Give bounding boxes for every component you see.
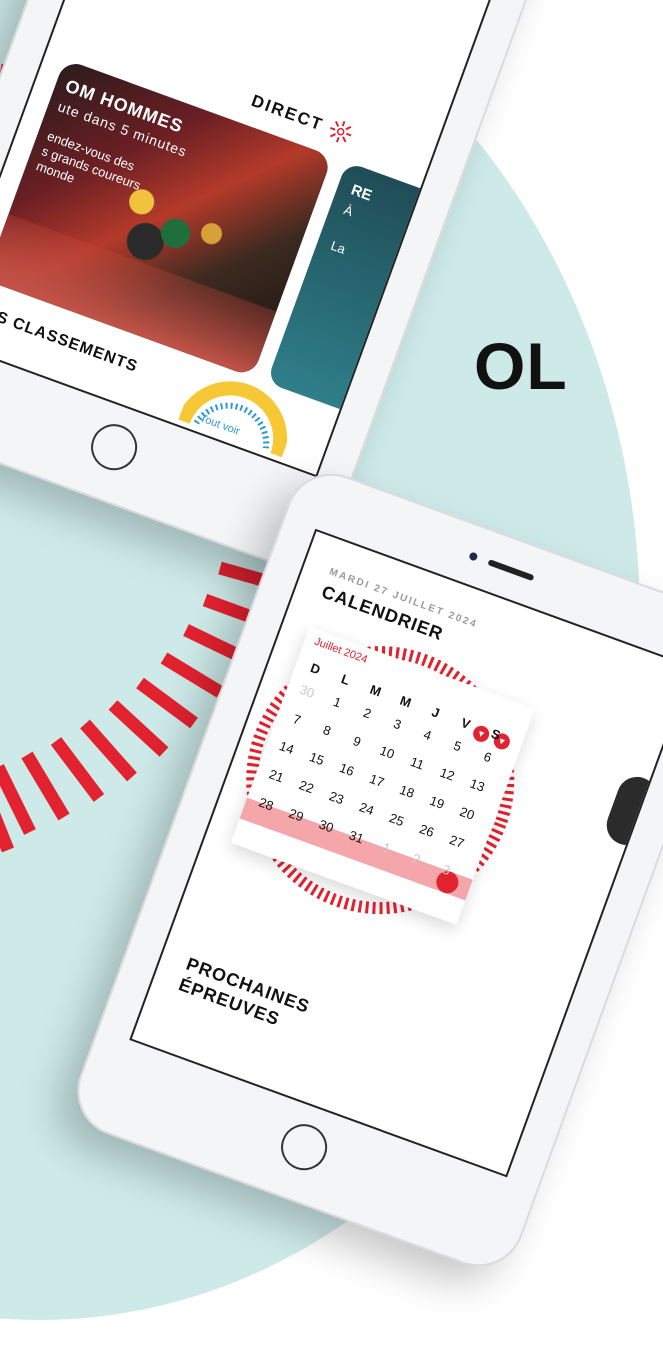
calendar-day[interactable]: 12 (433, 763, 461, 785)
calendar-day[interactable]: 31 (343, 826, 371, 848)
calendar-day[interactable]: 7 (283, 708, 311, 730)
calendar-day[interactable]: 17 (363, 769, 391, 791)
weekday-header: M (367, 681, 384, 700)
calendar-day[interactable]: 30 (293, 680, 321, 702)
calendar-day[interactable]: 11 (403, 752, 431, 774)
calendar-day[interactable]: 18 (393, 780, 421, 802)
calendar-day[interactable]: 28 (252, 793, 280, 815)
calendar-day[interactable]: 8 (313, 719, 341, 741)
side-card-line-3: La (328, 237, 348, 257)
calendar-day[interactable]: 1 (323, 691, 351, 713)
weekday-header: V (459, 714, 473, 732)
calendar-day[interactable]: 10 (373, 741, 401, 763)
calendar-day[interactable]: 3 (384, 713, 412, 735)
calendar-day[interactable]: 24 (353, 798, 381, 820)
calendar-day[interactable]: 30 (312, 815, 340, 837)
live-label: DIRECT (248, 91, 327, 135)
calendar-day[interactable]: 9 (343, 730, 371, 752)
weekday-header: M (397, 692, 414, 711)
weekday-header: S (489, 725, 503, 743)
calendar-day[interactable]: 6 (474, 746, 502, 768)
calendar-day[interactable]: 2 (403, 848, 431, 870)
calendar-day[interactable]: 25 (383, 808, 411, 830)
calendar-day[interactable]: 20 (453, 802, 481, 824)
brand-wordmark-fragment: OL (474, 329, 568, 403)
live-sun-icon (330, 120, 352, 143)
calendar-day[interactable]: 5 (444, 735, 472, 757)
calendar-day[interactable]: 22 (293, 776, 321, 798)
calendar-widget: Juillet 2024 ▼ ▼ D L M M J V S 30 1 2 3 4 5 6 7 8 9 10 11 1… (220, 615, 542, 940)
weekday-header: D (308, 660, 323, 678)
calendar-day[interactable]: 29 (282, 804, 310, 826)
calendar-day[interactable]: 16 (333, 758, 361, 780)
calendar-day[interactable]: 23 (323, 787, 351, 809)
weekday-header: L (339, 671, 352, 689)
calendar-day[interactable]: 19 (423, 791, 451, 813)
calendar-day[interactable]: 4 (414, 724, 442, 746)
calendar-day[interactable]: 3 (433, 859, 461, 881)
calendar-day[interactable]: 1 (373, 837, 401, 859)
calendar-day[interactable]: 21 (263, 765, 291, 787)
calendar-day[interactable]: 26 (413, 819, 441, 841)
calendar-day[interactable]: 27 (443, 830, 471, 852)
calendar-day[interactable]: 15 (303, 747, 331, 769)
calendar-day[interactable]: 14 (273, 737, 301, 759)
weekday-header: J (429, 704, 442, 721)
calendar-day[interactable]: 13 (464, 774, 492, 796)
calendar-day[interactable]: 2 (354, 702, 382, 724)
side-card-line-1: RE (348, 181, 375, 205)
side-card-line-2: À (341, 202, 356, 220)
